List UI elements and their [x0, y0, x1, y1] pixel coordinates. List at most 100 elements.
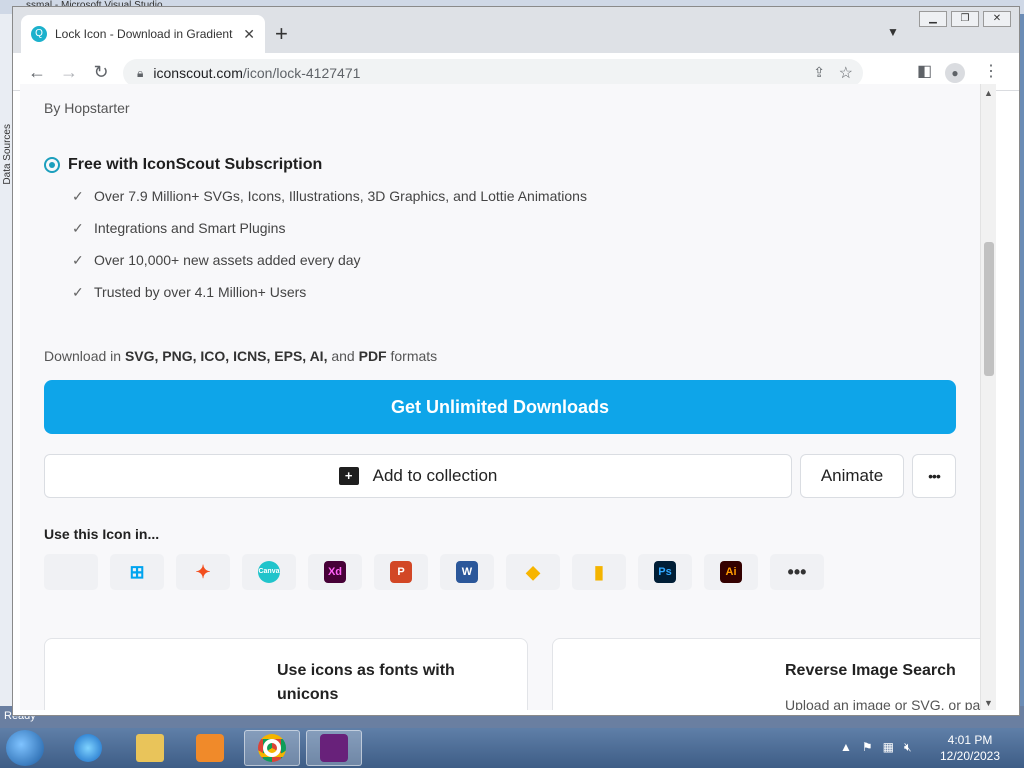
checkmark-icon: ✓: [72, 219, 84, 236]
clock-time: 4:01 PM: [947, 733, 993, 747]
action-center-flag-icon[interactable]: ⚑: [862, 740, 873, 755]
forward-icon[interactable]: →: [57, 61, 81, 83]
folder-icon: [136, 734, 164, 762]
use-in-sketch-button[interactable]: ◆: [506, 554, 560, 590]
taskbar-ie[interactable]: [60, 730, 116, 766]
more-options-button[interactable]: •••: [912, 454, 956, 498]
system-clock[interactable]: 4:01 PM 12/20/2023: [930, 732, 1010, 764]
feature-item: ✓ Integrations and Smart Plugins: [72, 212, 587, 244]
network-icon[interactable]: ▦: [883, 740, 894, 755]
side-panel-icon[interactable]: ◧: [917, 61, 932, 81]
menu-kebab-icon[interactable]: ⋮: [983, 61, 999, 81]
share-icon[interactable]: ⇪: [813, 64, 825, 81]
feature-item: ✓ Trusted by over 4.1 Million+ Users: [72, 276, 587, 308]
taskbar-visual-studio[interactable]: [306, 730, 362, 766]
unicons-card[interactable]: Use icons as fonts with unicons: [44, 638, 528, 710]
folder-plus-icon: +: [338, 467, 359, 485]
use-icon-in-title: Use this Icon in...: [44, 526, 160, 542]
scroll-down-arrow-icon[interactable]: ▼: [981, 698, 996, 708]
add-to-collection-button[interactable]: + Add to collection: [44, 454, 792, 498]
more-apps-icon: •••: [787, 562, 807, 582]
use-in-apple-button[interactable]: [44, 554, 98, 590]
tab-lock-icon[interactable]: Q Lock Icon - Download in Gradient ✕: [21, 15, 265, 53]
feature-item: ✓ Over 10,000+ new assets added every day: [72, 244, 587, 276]
subscription-option[interactable]: Free with IconScout Subscription: [44, 156, 322, 174]
window-controls: ▁ ❐ ✕: [919, 11, 1011, 27]
taskbar-chrome[interactable]: [244, 730, 300, 766]
unicons-card-title: Use icons as fonts with unicons: [277, 662, 455, 703]
media-player-icon: [196, 734, 224, 762]
start-button-icon[interactable]: [6, 730, 44, 766]
get-unlimited-downloads-button[interactable]: Get Unlimited Downloads: [44, 380, 956, 434]
taskbar-media-player[interactable]: [182, 730, 238, 766]
profile-avatar-icon[interactable]: ●: [945, 63, 965, 83]
formats-pdf: PDF: [358, 348, 387, 364]
word-icon: W: [456, 561, 478, 583]
new-tab-icon[interactable]: +: [275, 23, 288, 45]
use-in-illustrator-button[interactable]: Ai: [704, 554, 758, 590]
chrome-icon: [258, 734, 286, 762]
internet-explorer-icon: [74, 734, 102, 762]
illustrator-icon: Ai: [720, 561, 742, 583]
author-line: By Hopstarter: [44, 100, 130, 116]
use-in-figma-button[interactable]: ✦: [176, 554, 230, 590]
use-in-powerpoint-button[interactable]: P: [374, 554, 428, 590]
feature-item: ✓ Over 7.9 Million+ SVGs, Icons, Illustra…: [72, 180, 587, 212]
minimize-icon[interactable]: ▁: [919, 11, 947, 27]
close-window-icon[interactable]: ✕: [983, 11, 1011, 27]
checkmark-icon: ✓: [72, 187, 84, 204]
scroll-up-arrow-icon[interactable]: ▲: [981, 88, 996, 98]
add-to-collection-label: Add to collection: [372, 466, 498, 485]
scrollbar-thumb[interactable]: [984, 242, 994, 376]
radio-selected-icon[interactable]: [44, 157, 60, 173]
checkmark-icon: ✓: [72, 283, 84, 300]
apple-icon: [60, 561, 82, 583]
use-in-more-apps-button[interactable]: •••: [770, 554, 824, 590]
windows-taskbar: ▲ ⚑ ▦ 🔇︎ 4:01 PM 12/20/2023: [0, 728, 1024, 768]
photoshop-icon: Ps: [654, 561, 676, 583]
animate-button[interactable]: Animate: [800, 454, 904, 498]
use-in-google-slides-button[interactable]: ▮: [572, 554, 626, 590]
close-tab-icon[interactable]: ✕: [243, 26, 255, 43]
use-in-word-button[interactable]: W: [440, 554, 494, 590]
feature-list: ✓ Over 7.9 Million+ SVGs, Icons, Illustra…: [72, 180, 587, 308]
lock-icon[interactable]: 🔒︎: [137, 66, 143, 81]
use-in-photoshop-button[interactable]: Ps: [638, 554, 692, 590]
tab-strip: Q Lock Icon - Download in Gradient ✕ + ▼…: [13, 7, 1019, 53]
clock-date: 12/20/2023: [939, 749, 1001, 763]
use-in-xd-button[interactable]: Xd: [308, 554, 362, 590]
feature-text: Integrations and Smart Plugins: [94, 220, 286, 236]
restore-icon[interactable]: ❐: [951, 11, 979, 27]
xd-icon: Xd: [324, 561, 346, 583]
page-scrollbar[interactable]: ▲ ▼: [980, 84, 996, 710]
figma-icon: ✦: [195, 562, 211, 582]
volume-muted-icon[interactable]: 🔇︎: [904, 740, 912, 755]
sketch-icon: ◆: [526, 562, 540, 582]
formats-list: SVG, PNG, ICO, ICNS, EPS, AI,: [124, 348, 328, 364]
formats-line: Download in SVG, PNG, ICO, ICNS, EPS, AI…: [44, 348, 437, 364]
reverse-image-search-card[interactable]: Reverse Image Search Upload an image or …: [552, 638, 988, 710]
plan-title: Free with IconScout Subscription: [68, 156, 323, 173]
feature-text: Over 7.9 Million+ SVGs, Icons, Illustrat…: [94, 188, 587, 204]
tab-search-chevron-icon[interactable]: ▼: [887, 25, 899, 39]
feature-text: Trusted by over 4.1 Million+ Users: [94, 284, 307, 300]
use-in-canva-button[interactable]: Canva: [242, 554, 296, 590]
reverse-image-search-subtitle: Upload an image or SVG, or pa: [785, 697, 981, 710]
feature-text: Over 10,000+ new assets added every day: [94, 252, 361, 268]
app-integrations: ⊞ ✦ Canva Xd P W ◆ ▮ Ps Ai •••: [44, 554, 824, 590]
visual-studio-icon: [320, 734, 348, 762]
powerpoint-icon: P: [390, 561, 412, 583]
bookmark-star-icon[interactable]: ☆: [839, 63, 853, 83]
page-viewport: By Hopstarter Free with IconScout Subscr…: [20, 84, 988, 710]
address-bar[interactable]: 🔒︎ iconscout.com/icon/lock-4127471 ⇪ ☆: [123, 59, 863, 87]
back-icon[interactable]: ←: [25, 61, 49, 83]
tray-expand-icon[interactable]: ▲: [840, 740, 852, 755]
system-tray: ▲ ⚑ ▦ 🔇︎: [840, 740, 912, 755]
reload-icon[interactable]: ↻: [89, 61, 113, 83]
google-slides-icon: ▮: [594, 562, 604, 582]
taskbar-explorer[interactable]: [122, 730, 178, 766]
use-in-windows-button[interactable]: ⊞: [110, 554, 164, 590]
reverse-image-search-title: Reverse Image Search: [785, 662, 956, 679]
canva-icon: Canva: [258, 561, 280, 583]
iconscout-favicon-icon: Q: [31, 26, 47, 42]
